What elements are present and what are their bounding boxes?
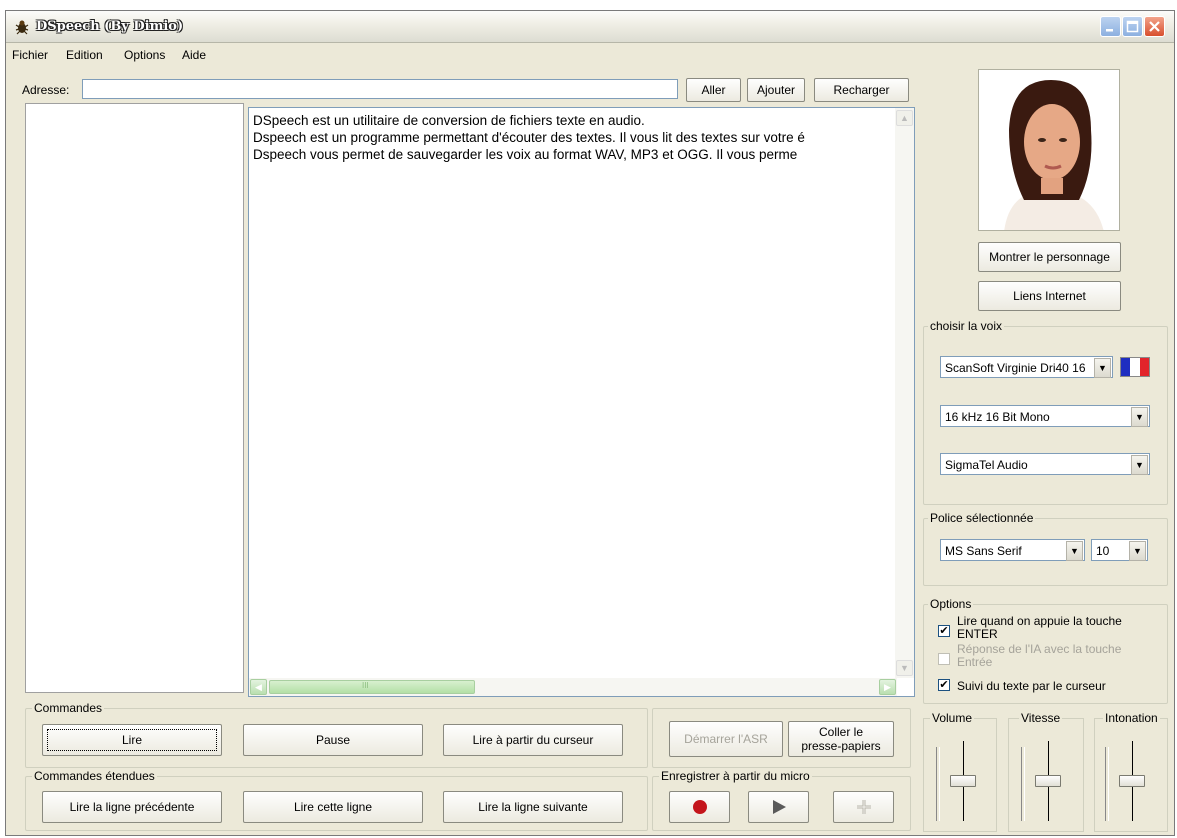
close-button[interactable] [1144,16,1165,37]
ia-response-label-line1: Réponse de l'IA avec la touche [957,642,1122,656]
pause-button[interactable]: Pause [243,724,423,756]
file-list[interactable] [25,103,244,693]
text-line: DSpeech est un utilitaire de conversion … [253,113,645,128]
menu-aide[interactable]: Aide [182,48,206,62]
address-input[interactable] [82,79,678,99]
audio-device-select[interactable]: SigmaTel Audio ▼ [940,453,1150,475]
add-recording-button[interactable] [833,791,894,823]
scroll-up-icon[interactable]: ▲ [896,110,913,126]
volume-label: Volume [930,711,975,725]
scroll-left-icon[interactable]: ◀ [250,679,267,695]
start-asr-button[interactable]: Démarrer l'ASR [669,721,783,757]
font-family-value: MS Sans Serif [945,544,1022,558]
minimize-button[interactable] [1100,16,1121,37]
scroll-thumb-grip: III [362,681,369,690]
scroll-right-icon[interactable]: ▶ [879,679,896,695]
read-on-enter-label-line2: ENTER [957,627,998,641]
menu-bar: Fichier Edition Options Aide [6,44,1174,66]
ia-response-label: Réponse de l'IA avec la touche Entrée [957,643,1121,669]
menu-fichier[interactable]: Fichier [12,48,48,62]
french-flag-icon [1120,357,1150,377]
menu-options[interactable]: Options [124,48,165,62]
font-size-value: 10 [1096,544,1110,558]
options-group-title: Options [928,597,974,611]
follow-cursor-checkbox[interactable]: ✔ [938,679,950,691]
text-line: Dspeech est un programme permettant d'éc… [253,130,805,145]
read-from-cursor-button[interactable]: Lire à partir du curseur [443,724,623,756]
bug-icon [14,19,30,35]
record-group-title: Enregistrer à partir du micro [659,769,812,783]
volume-frame: Volume [923,711,997,832]
paste-label-line2: presse-papiers [801,739,881,753]
horizontal-scrollbar[interactable]: ◀ III ▶ [249,678,897,696]
reload-button[interactable]: Recharger [814,78,909,102]
font-size-select[interactable]: 10 ▼ [1091,539,1148,561]
read-on-enter-label-line1: Lire quand on appuie la touche [957,614,1122,628]
character-portrait [978,69,1120,231]
pitch-track [1105,747,1109,821]
speed-track [1021,747,1025,821]
speed-label: Vitesse [1019,711,1063,725]
read-on-enter-checkbox[interactable]: ✔ [938,625,950,637]
read-this-line-button[interactable]: Lire cette ligne [243,791,423,823]
app-window: DSpeech (By Dimio) Fichier Edition Optio… [5,10,1175,836]
voice-group-title: choisir la voix [928,319,1005,333]
pitch-slider[interactable] [1119,775,1145,787]
audio-format-select[interactable]: 16 kHz 16 Bit Mono ▼ [940,405,1150,427]
extended-commands-title: Commandes étendues [32,769,157,783]
voice-engine-select[interactable]: ScanSoft Virginie Dri40 16 ▼ [940,356,1113,378]
plus-icon [856,800,871,814]
font-group-title: Police sélectionnée [928,511,1036,525]
text-line: Dspeech vous permet de sauvegarder les v… [253,147,798,162]
show-character-button[interactable]: Montrer le personnage [978,242,1121,272]
record-button[interactable] [669,791,730,823]
internet-links-button[interactable]: Liens Internet [978,281,1121,311]
audio-format-value: 16 kHz 16 Bit Mono [945,410,1050,424]
add-button[interactable]: Ajouter [747,78,805,102]
maximize-button[interactable] [1122,16,1143,37]
window-title: DSpeech (By Dimio) [36,19,184,34]
address-label: Adresse: [22,83,70,97]
chevron-down-icon: ▼ [1066,541,1083,561]
pitch-label: Intonation [1103,711,1160,725]
chevron-down-icon: ▼ [1131,455,1148,475]
paste-label-line1: Coller le [818,725,863,739]
paste-clipboard-label: Coller le presse-papiers [801,725,880,753]
menu-edition[interactable]: Edition [66,48,103,62]
speed-frame: Vitesse [1008,711,1084,832]
chevron-down-icon: ▼ [1129,541,1146,561]
chevron-down-icon: ▼ [1131,407,1148,427]
read-button[interactable]: Lire [42,724,222,756]
paste-clipboard-button[interactable]: Coller le presse-papiers [788,721,894,757]
vertical-scrollbar[interactable]: ▲ ▼ [895,108,914,678]
read-previous-line-button[interactable]: Lire la ligne précédente [42,791,222,823]
voice-engine-value: ScanSoft Virginie Dri40 16 [945,361,1086,375]
commands-group-title: Commandes [32,701,105,715]
go-button[interactable]: Aller [686,78,741,102]
pitch-frame: Intonation [1094,711,1168,832]
play-button[interactable] [748,791,809,823]
read-button-label: Lire [47,729,217,751]
read-on-enter-label: Lire quand on appuie la touche ENTER [957,615,1122,641]
speed-slider[interactable] [1035,775,1061,787]
scroll-down-icon[interactable]: ▼ [896,660,913,676]
chevron-down-icon: ▼ [1094,358,1111,378]
horizontal-scroll-thumb[interactable]: III [269,680,475,694]
volume-slider[interactable] [950,775,976,787]
text-content: DSpeech est un utilitaire de conversion … [253,112,891,163]
text-area[interactable]: DSpeech est un utilitaire de conversion … [248,107,915,697]
audio-device-value: SigmaTel Audio [945,458,1028,472]
title-bar: DSpeech (By Dimio) [6,11,1174,43]
volume-track [936,747,940,821]
ia-response-label-line2: Entrée [957,655,993,669]
font-family-select[interactable]: MS Sans Serif ▼ [940,539,1085,561]
ia-response-checkbox[interactable] [938,653,950,665]
play-icon [772,800,786,814]
record-icon [692,800,707,814]
follow-cursor-label: Suivi du texte par le curseur [957,679,1106,693]
read-next-line-button[interactable]: Lire la ligne suivante [443,791,623,823]
